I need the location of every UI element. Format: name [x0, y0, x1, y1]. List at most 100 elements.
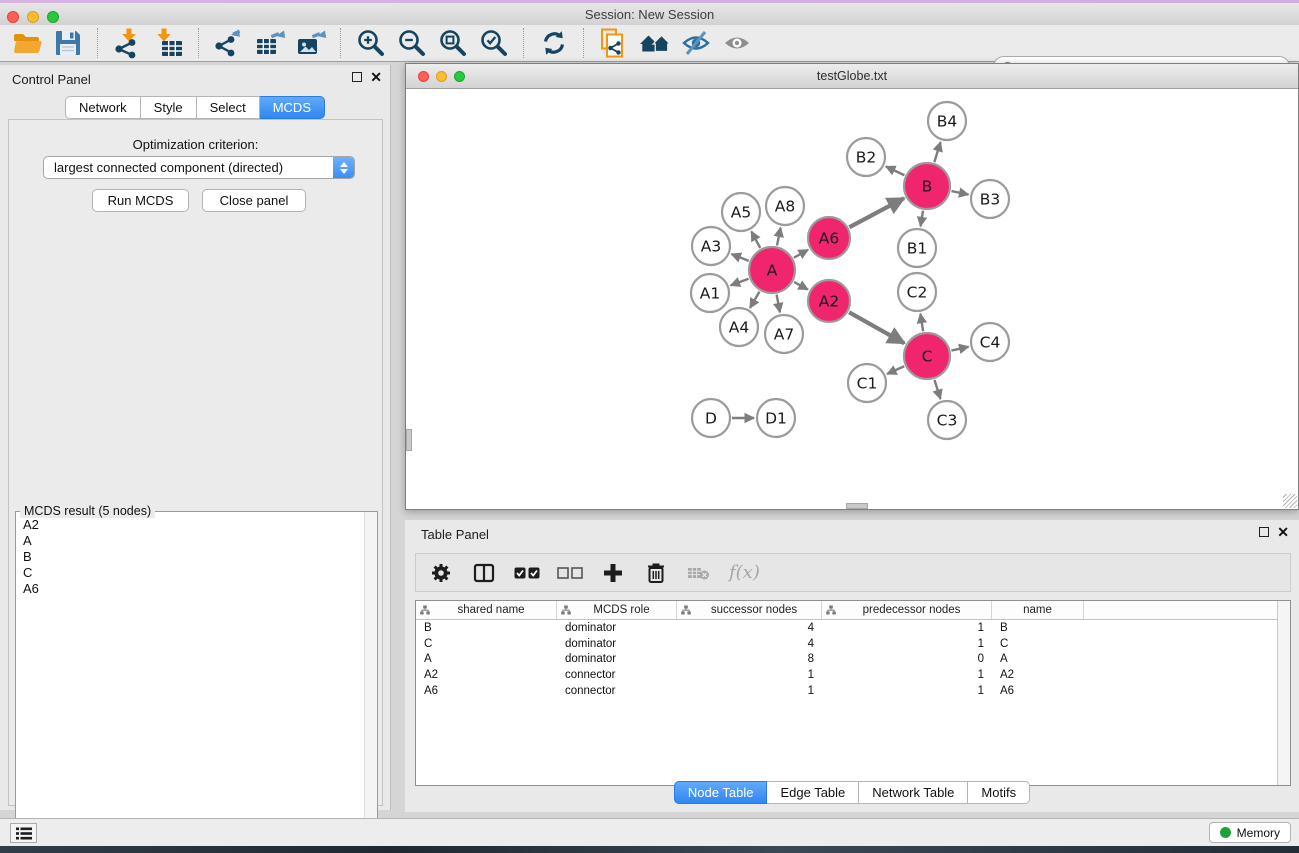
graph-edge-C-C3[interactable] — [934, 380, 940, 399]
criterion-select[interactable]: largest connected component (directed) — [43, 156, 355, 179]
mcds-result-item[interactable]: A2 — [23, 517, 357, 533]
table-cell[interactable]: C — [416, 638, 557, 650]
graph-edge-C-C4[interactable] — [951, 347, 968, 351]
table-cell[interactable]: A — [992, 653, 1084, 665]
graph-edge-A-A7[interactable] — [777, 295, 780, 313]
home-view-icon[interactable] — [634, 26, 675, 60]
table-cell[interactable]: 0 — [822, 653, 992, 665]
graph-node-A3[interactable]: A3 — [692, 227, 730, 265]
table-options-icon[interactable] — [428, 560, 454, 586]
graph-node-C4[interactable]: C4 — [971, 323, 1009, 361]
graph-node-A[interactable]: A — [749, 247, 795, 293]
graph-edge-A2-C[interactable] — [849, 312, 904, 343]
graph-node-B4[interactable]: B4 — [928, 102, 966, 140]
graph-edge-A-A5[interactable] — [751, 231, 760, 248]
mcds-result-item[interactable]: C — [23, 565, 357, 581]
function-builder-icon[interactable]: f(x) — [729, 562, 760, 583]
graph-edge-A-A3[interactable] — [731, 254, 748, 261]
graph-node-A7[interactable]: A7 — [765, 315, 803, 353]
table-scrollbar[interactable] — [1277, 601, 1290, 785]
mcds-result-item[interactable]: A6 — [23, 581, 357, 597]
graph-node-A1[interactable]: A1 — [691, 274, 729, 312]
table-row[interactable]: A2connector11A2 — [416, 667, 1290, 683]
graph-node-A8[interactable]: A8 — [766, 187, 804, 225]
column-header-name[interactable]: name — [992, 601, 1084, 619]
zoom-fit-icon[interactable] — [432, 26, 473, 60]
refresh-icon[interactable] — [533, 26, 574, 60]
tab-motifs[interactable]: Motifs — [968, 781, 1030, 804]
graph-node-C2[interactable]: C2 — [898, 273, 936, 311]
graph-edge-A-A8[interactable] — [777, 228, 781, 246]
network-window-titlebar[interactable]: testGlobe.txt — [406, 64, 1298, 89]
memory-button[interactable]: Memory — [1209, 822, 1291, 843]
add-column-icon[interactable] — [600, 560, 626, 586]
table-row[interactable]: Cdominator41C — [416, 636, 1290, 652]
graph-node-B1[interactable]: B1 — [898, 229, 936, 267]
float-table-panel-icon[interactable] — [1259, 527, 1269, 537]
table-cell[interactable]: B — [416, 622, 557, 634]
graph-node-A6[interactable]: A6 — [808, 217, 850, 259]
deselect-all-icon[interactable] — [557, 560, 583, 586]
canvas-left-handle[interactable] — [406, 429, 412, 451]
graph-edge-B-B2[interactable] — [886, 166, 905, 175]
table-cell[interactable]: B — [992, 622, 1084, 634]
tab-mcds[interactable]: MCDS — [260, 96, 325, 119]
tab-edge-table[interactable]: Edge Table — [767, 781, 859, 804]
tab-network-table[interactable]: Network Table — [859, 781, 968, 804]
export-image-icon[interactable] — [290, 26, 331, 60]
window-resize-grip[interactable] — [1283, 494, 1297, 508]
canvas-bottom-handle[interactable] — [846, 503, 868, 509]
main-titlebar[interactable]: Session: New Session — [0, 3, 1299, 25]
import-table-icon[interactable] — [148, 26, 189, 60]
graph-edge-A-A2[interactable] — [794, 282, 808, 290]
tab-select[interactable]: Select — [197, 96, 260, 119]
table-cell[interactable]: connector — [557, 685, 677, 697]
table-cell[interactable]: 1 — [677, 669, 822, 681]
zoom-out-icon[interactable] — [391, 26, 432, 60]
tab-network[interactable]: Network — [65, 96, 141, 119]
graph-node-A4[interactable]: A4 — [720, 308, 758, 346]
table-cell[interactable]: 4 — [677, 622, 822, 634]
export-table-icon[interactable] — [249, 26, 290, 60]
graph-node-C[interactable]: C — [904, 333, 950, 379]
table-cell[interactable]: 1 — [822, 638, 992, 650]
graph-node-C1[interactable]: C1 — [848, 364, 886, 402]
table-cell[interactable]: C — [992, 638, 1084, 650]
export-network-icon[interactable] — [208, 26, 249, 60]
graph-edge-C-C1[interactable] — [887, 366, 904, 374]
column-header-shared-name[interactable]: shared name — [416, 601, 557, 619]
graph-edge-A-A6[interactable] — [794, 250, 808, 258]
import-network-icon[interactable] — [107, 26, 148, 60]
graph-edge-C-C2[interactable] — [920, 314, 923, 332]
graph-node-A5[interactable]: A5 — [722, 193, 760, 231]
run-mcds-button[interactable]: Run MCDS — [92, 189, 189, 212]
table-cell[interactable]: A — [416, 653, 557, 665]
graph-node-B2[interactable]: B2 — [847, 138, 885, 176]
graph-edge-B-B4[interactable] — [934, 142, 940, 162]
table-cell[interactable]: connector — [557, 669, 677, 681]
show-columns-icon[interactable] — [471, 560, 497, 586]
table-cell[interactable]: 4 — [677, 638, 822, 650]
delete-table-icon[interactable] — [686, 560, 712, 586]
new-network-icon[interactable] — [593, 26, 634, 60]
select-all-icon[interactable] — [514, 560, 540, 586]
table-cell[interactable]: 1 — [677, 685, 822, 697]
float-panel-icon[interactable] — [352, 72, 362, 82]
table-cell[interactable]: A6 — [416, 685, 557, 697]
graph-node-D[interactable]: D — [692, 399, 730, 437]
table-cell[interactable]: A2 — [416, 669, 557, 681]
show-all-icon[interactable] — [716, 26, 757, 60]
save-session-icon[interactable] — [47, 26, 88, 60]
table-cell[interactable]: 8 — [677, 653, 822, 665]
graph-edge-B-B1[interactable] — [921, 211, 924, 227]
table-cell[interactable]: dominator — [557, 638, 677, 650]
table-row[interactable]: Bdominator41B — [416, 620, 1290, 636]
close-table-panel-icon[interactable]: ✕ — [1277, 527, 1289, 537]
tab-node-table[interactable]: Node Table — [674, 781, 768, 804]
graph-edge-A-A1[interactable] — [731, 279, 749, 286]
table-cell[interactable]: A2 — [992, 669, 1084, 681]
table-cell[interactable]: 1 — [822, 622, 992, 634]
graph-node-B[interactable]: B — [904, 163, 950, 209]
graph-node-B3[interactable]: B3 — [971, 180, 1009, 218]
hide-selected-icon[interactable] — [675, 26, 716, 60]
